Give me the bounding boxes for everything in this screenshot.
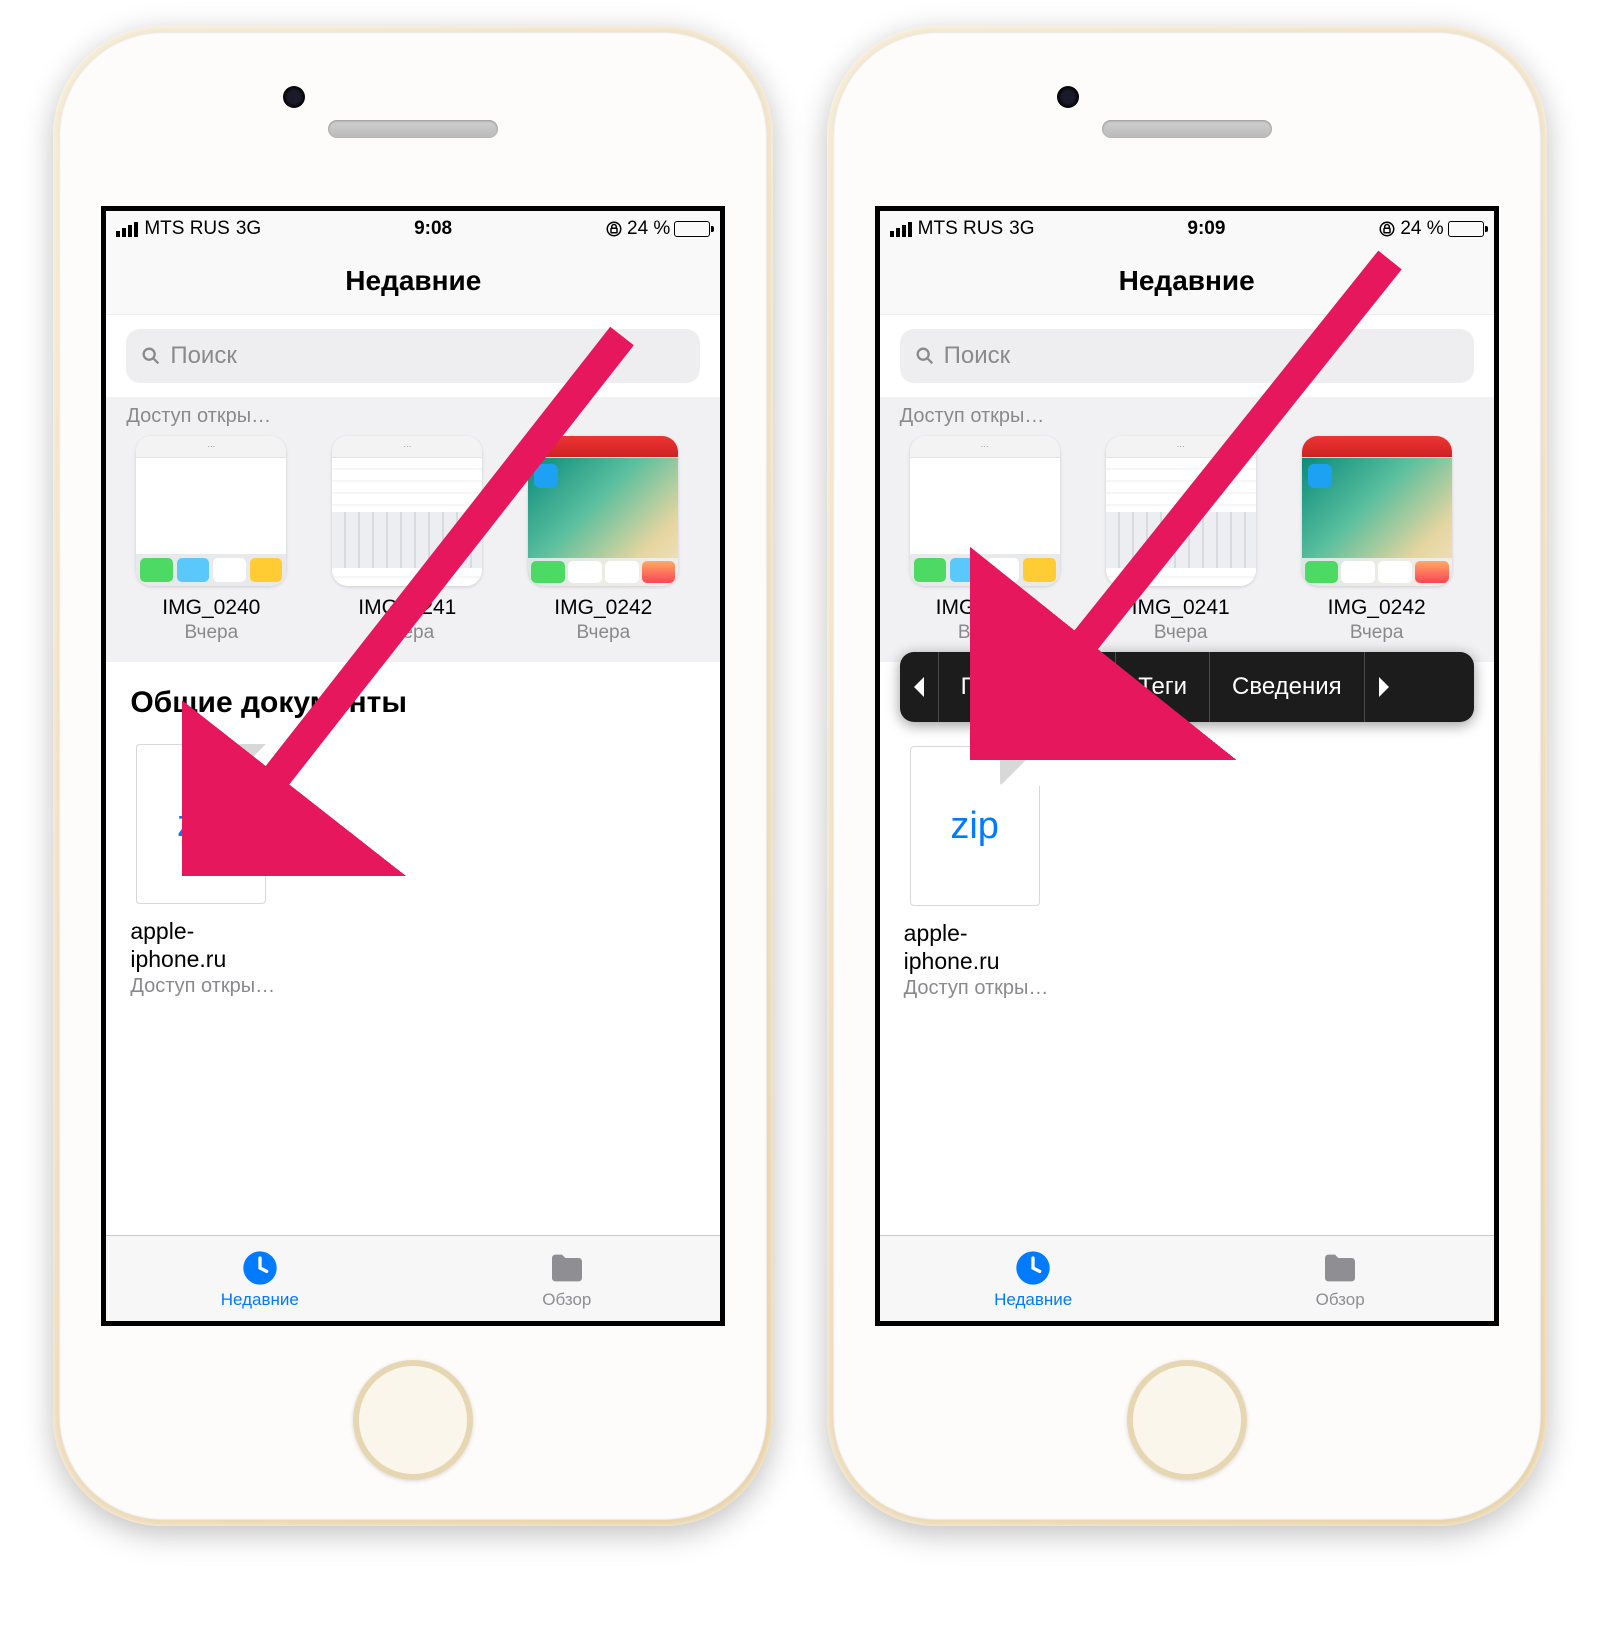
file-icon: zip [910,746,1040,906]
recent-item[interactable]: IMG_0242 Вчера [518,436,688,644]
rotation-lock-icon [1378,220,1396,238]
file-subtitle: Доступ откры… [904,977,1074,1000]
search-placeholder: Поиск [944,342,1011,370]
network-label: 3G [236,218,261,240]
folder-icon [547,1248,587,1288]
battery-pct: 24 % [1400,218,1443,240]
status-bar: MTS RUS 3G 9:08 24 % [106,211,720,247]
search-placeholder: Поиск [170,342,237,370]
tab-recent[interactable]: Недавние [106,1236,413,1321]
context-tags[interactable]: Теги [1116,652,1210,722]
front-camera [283,86,305,108]
screen: MTS RUS 3G 9:08 24 % Недавние Поиск Дос [101,206,725,1326]
clock: 9:08 [414,218,452,240]
phone-frame-right: MTS RUS 3G 9:09 24 % Недавние Поиск Дос [827,26,1547,1526]
page-title: Недавние [880,247,1494,315]
tab-recent[interactable]: Недавние [880,1236,1187,1321]
page-title: Недавние [106,247,720,315]
home-button[interactable] [353,1360,473,1480]
thumbnail: ⋯ [1106,436,1256,586]
search-icon [914,345,936,367]
carrier-label: MTS RUS [918,218,1004,240]
thumbnail: ⋯ [136,436,286,586]
context-next[interactable] [1365,652,1403,722]
context-menu: Поделиться Теги Сведения [900,652,1474,722]
earpiece-speaker [1102,120,1272,138]
section-header: Общие документы [106,662,720,728]
recent-item[interactable]: IMG_0242 Вчера [1292,436,1462,644]
carrier-label: MTS RUS [144,218,230,240]
shared-label: Доступ откры… [900,401,1474,436]
file-icon: zip [136,744,266,904]
earpiece-speaker [328,120,498,138]
search-input[interactable]: Поиск [126,329,700,383]
context-prev[interactable] [900,652,939,722]
clock: 9:09 [1187,218,1225,240]
search-icon [140,345,162,367]
status-bar: MTS RUS 3G 9:09 24 % [880,211,1494,247]
shared-label: Доступ откры… [126,401,700,436]
tab-bar: Недавние Обзор [106,1235,720,1321]
file-ext: zip [177,803,226,846]
folder-icon [1320,1248,1360,1288]
signal-icon [890,222,912,237]
phone-frame-left: MTS RUS 3G 9:08 24 % Недавние Поиск Дос [53,26,773,1526]
front-camera [1057,86,1079,108]
file-item[interactable]: zip apple- iphone.ru Доступ откры… [130,738,300,998]
clock-icon [240,1248,280,1288]
search-input[interactable]: Поиск [900,329,1474,383]
thumbnail [1302,436,1452,586]
recent-item[interactable]: ⋯ IMG_0241 Вчера [322,436,492,644]
battery-icon [1448,221,1484,237]
tab-browse[interactable]: Обзор [413,1236,720,1321]
battery-icon [674,221,710,237]
thumbnail [528,436,678,586]
context-info[interactable]: Сведения [1210,652,1365,722]
rotation-lock-icon [605,220,623,238]
thumbnail: ⋯ [910,436,1060,586]
recent-item[interactable]: ⋯ IMG_0241 Вчера [1096,436,1266,644]
thumbnail: ⋯ [332,436,482,586]
recent-item[interactable]: ⋯ IMG_0240 Вчера [126,436,296,644]
file-subtitle: Доступ откры… [130,975,300,998]
recent-item[interactable]: ⋯ IMG_0240 Вчера [900,436,1070,644]
clock-icon [1013,1248,1053,1288]
screen: MTS RUS 3G 9:09 24 % Недавние Поиск Дос [875,206,1499,1326]
file-item[interactable]: zip apple- iphone.ru Доступ откры… [904,740,1074,1000]
signal-icon [116,222,138,237]
file-ext: zip [950,805,999,848]
home-button[interactable] [1127,1360,1247,1480]
tab-bar: Недавние Обзор [880,1235,1494,1321]
context-share[interactable]: Поделиться [939,652,1117,722]
tab-browse[interactable]: Обзор [1187,1236,1494,1321]
network-label: 3G [1009,218,1034,240]
battery-pct: 24 % [627,218,670,240]
